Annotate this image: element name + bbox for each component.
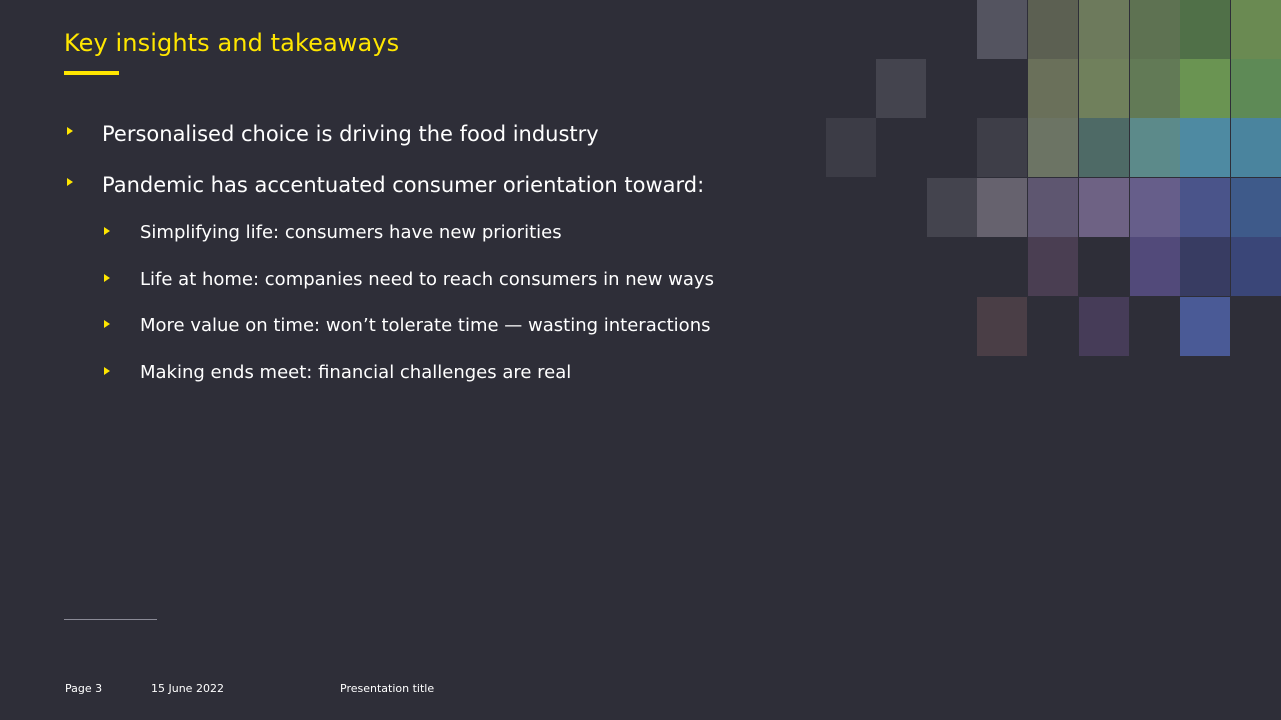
- mosaic-tile: [1130, 118, 1180, 177]
- triangle-right-icon: [104, 274, 110, 282]
- mosaic-tile: [1180, 297, 1230, 356]
- mosaic-tile: [1028, 0, 1078, 59]
- footer-date: 15 June 2022: [151, 682, 224, 695]
- mosaic-tile: [1079, 297, 1129, 356]
- bullet-text: Pandemic has accentuated consumer orient…: [102, 173, 705, 197]
- decorative-pixel-mosaic: [780, 0, 1281, 356]
- mosaic-tile: [1028, 237, 1078, 296]
- mosaic-tile: [1231, 118, 1281, 177]
- footer-presentation-title: Presentation title: [340, 682, 435, 695]
- slide-title: Key insights and takeaways: [64, 29, 400, 57]
- mosaic-tile: [977, 178, 1027, 237]
- mosaic-tile: [1079, 59, 1129, 118]
- title-underline: [64, 71, 119, 75]
- mosaic-tile: [1231, 0, 1281, 59]
- mosaic-tile: [1079, 118, 1129, 177]
- mosaic-tile: [1180, 118, 1230, 177]
- triangle-right-icon: [104, 227, 110, 235]
- mosaic-tile: [826, 118, 876, 177]
- mosaic-tile: [977, 0, 1027, 59]
- mosaic-tile: [977, 297, 1027, 356]
- footer-divider: [64, 619, 157, 620]
- mosaic-tile: [1028, 59, 1078, 118]
- mosaic-tile: [1180, 178, 1230, 237]
- mosaic-tile: [927, 178, 977, 237]
- mosaic-tile: [977, 118, 1027, 177]
- triangle-right-icon: [67, 127, 73, 135]
- slide: Key insights and takeaways Personalised …: [0, 0, 1281, 720]
- mosaic-tile: [1130, 237, 1180, 296]
- triangle-right-icon: [67, 178, 73, 186]
- mosaic-tile: [1028, 118, 1078, 177]
- bullet-text: Personalised choice is driving the food …: [102, 122, 599, 146]
- mosaic-tile: [876, 59, 926, 118]
- sub-bullet-text: More value on time: won’t tolerate time …: [140, 315, 711, 336]
- mosaic-tile: [1231, 237, 1281, 296]
- mosaic-tile: [1079, 178, 1129, 237]
- mosaic-tile: [1180, 237, 1230, 296]
- mosaic-tile: [1130, 59, 1180, 118]
- mosaic-tile: [1028, 178, 1078, 237]
- mosaic-tile: [1079, 0, 1129, 59]
- mosaic-tile: [1180, 59, 1230, 118]
- mosaic-tile: [1180, 0, 1230, 59]
- mosaic-tile: [1130, 0, 1180, 59]
- mosaic-tile: [1231, 178, 1281, 237]
- triangle-right-icon: [104, 320, 110, 328]
- footer-page-number: Page 3: [65, 682, 103, 695]
- sub-bullet-text: Life at home: companies need to reach co…: [140, 269, 714, 290]
- sub-bullet-text: Simplifying life: consumers have new pri…: [140, 222, 562, 243]
- sub-bullet-text: Making ends meet: financial challenges a…: [140, 362, 572, 383]
- triangle-right-icon: [104, 367, 110, 375]
- mosaic-tile: [1130, 178, 1180, 237]
- mosaic-tile: [1231, 59, 1281, 118]
